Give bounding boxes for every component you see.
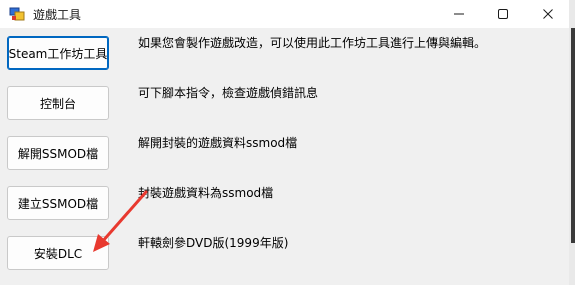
minimize-icon	[453, 8, 465, 20]
window-title: 遊戲工具	[33, 8, 82, 22]
maximize-button[interactable]	[482, 0, 524, 28]
create-ssmod-button[interactable]: 建立SSMOD檔	[7, 186, 109, 220]
title-bar[interactable]: 遊戲工具	[0, 0, 569, 28]
game-tools-window: 遊戲工具 Steam工作坊工具 如果您會製作遊戲改造，可以使用此工作坊工具進行上…	[0, 0, 569, 285]
steam-workshop-description: 如果您會製作遊戲改造，可以使用此工作坊工具進行上傳與編輯。	[138, 36, 487, 50]
close-icon	[542, 8, 554, 20]
scrollbar-thumb[interactable]	[571, 28, 575, 243]
close-button[interactable]	[527, 0, 569, 28]
install-dlc-description: 軒轅劍參DVD版(1999年版)	[138, 236, 289, 250]
maximize-icon	[497, 8, 509, 20]
minimize-button[interactable]	[438, 0, 480, 28]
steam-workshop-button[interactable]: Steam工作坊工具	[7, 36, 109, 70]
console-button[interactable]: 控制台	[7, 86, 109, 120]
app-icon	[9, 6, 25, 22]
unpack-ssmod-description: 解開封裝的遊戲資料ssmod檔	[138, 136, 298, 150]
create-ssmod-description: 封裝遊戲資料為ssmod檔	[138, 186, 274, 200]
install-dlc-button[interactable]: 安裝DLC	[7, 236, 109, 270]
console-description: 可下腳本指令，檢查遊戲偵錯訊息	[138, 86, 319, 100]
unpack-ssmod-button[interactable]: 解開SSMOD檔	[7, 136, 109, 170]
